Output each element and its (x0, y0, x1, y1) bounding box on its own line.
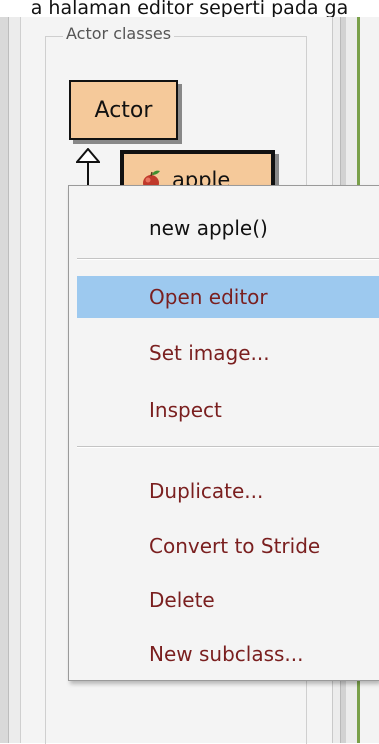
menu-item-new-instance-label: new apple() (149, 216, 268, 240)
menu-item-inspect-label: Inspect (149, 398, 222, 422)
menu-separator (77, 258, 379, 260)
menu-item-convert-label: Convert to Stride (149, 534, 321, 558)
actor-class-label: Actor (94, 97, 153, 123)
menu-item-set-image-label: Set image... (149, 341, 270, 365)
menu-item-open-editor-label: Open editor (149, 285, 268, 309)
menu-item-set-image[interactable]: Set image... (77, 332, 379, 374)
actor-classes-label: Actor classes (63, 23, 175, 45)
menu-item-duplicate[interactable]: Duplicate... (77, 470, 379, 512)
menu-item-delete-label: Delete (149, 588, 215, 612)
menu-item-convert-to-stride[interactable]: Convert to Stride (77, 525, 379, 567)
left-border-strip (0, 17, 9, 743)
menu-item-new-subclass[interactable]: New subclass... (77, 633, 379, 675)
menu-item-inspect[interactable]: Inspect (77, 389, 379, 431)
menu-item-open-editor[interactable]: Open editor (77, 276, 379, 318)
menu-item-delete[interactable]: Delete (77, 579, 379, 621)
class-context-menu: new apple() Open editor Set image... Ins… (68, 185, 379, 681)
actor-class-box[interactable]: Actor (69, 80, 178, 140)
menu-item-new-subclass-label: New subclass... (149, 642, 304, 666)
menu-separator (77, 446, 379, 448)
menu-item-duplicate-label: Duplicate... (149, 479, 264, 503)
menu-item-new-instance[interactable]: new apple() (77, 207, 379, 249)
